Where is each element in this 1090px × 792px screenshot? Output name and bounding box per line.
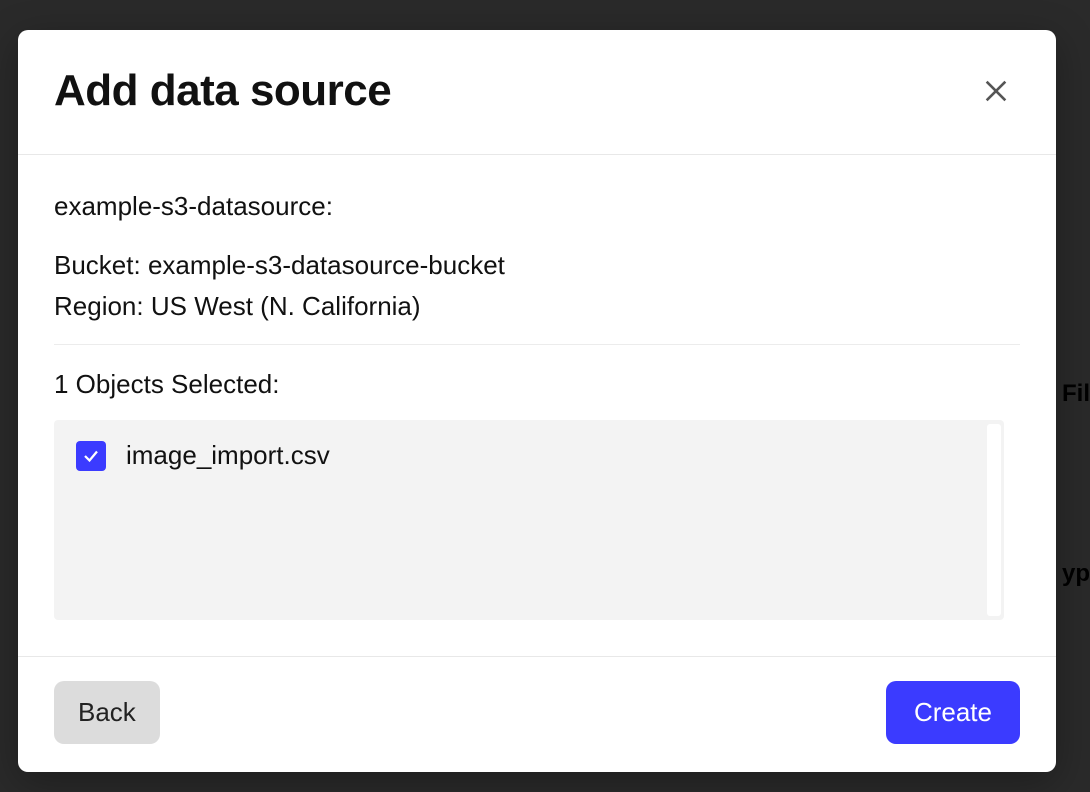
object-checkbox[interactable] [76, 441, 106, 471]
objects-selected-label: 1 Objects Selected: [54, 369, 1020, 400]
bucket-value: example-s3-datasource-bucket [148, 250, 505, 280]
bucket-label: Bucket: [54, 250, 141, 280]
bg-text-fragment: Fil [1062, 380, 1090, 408]
modal-header: Add data source [18, 30, 1056, 155]
check-icon [82, 447, 100, 465]
bg-text-fragment: yp [1062, 560, 1090, 588]
close-icon [982, 77, 1010, 105]
region-label: Region: [54, 291, 144, 321]
create-button[interactable]: Create [886, 681, 1020, 744]
modal-footer: Back Create [18, 656, 1056, 772]
region-line: Region: US West (N. California) [54, 291, 1020, 322]
add-data-source-modal: Add data source example-s3-datasource: B… [18, 30, 1056, 772]
modal-title: Add data source [54, 66, 391, 116]
list-item[interactable]: image_import.csv [76, 440, 982, 471]
region-value: US West (N. California) [151, 291, 421, 321]
objects-list: image_import.csv [54, 420, 1004, 620]
bucket-line: Bucket: example-s3-datasource-bucket [54, 250, 1020, 281]
back-button[interactable]: Back [54, 681, 160, 744]
modal-body: example-s3-datasource: Bucket: example-s… [18, 155, 1056, 656]
divider [54, 344, 1020, 345]
datasource-name: example-s3-datasource: [54, 191, 1020, 222]
close-button[interactable] [976, 71, 1016, 111]
object-filename: image_import.csv [126, 440, 330, 471]
